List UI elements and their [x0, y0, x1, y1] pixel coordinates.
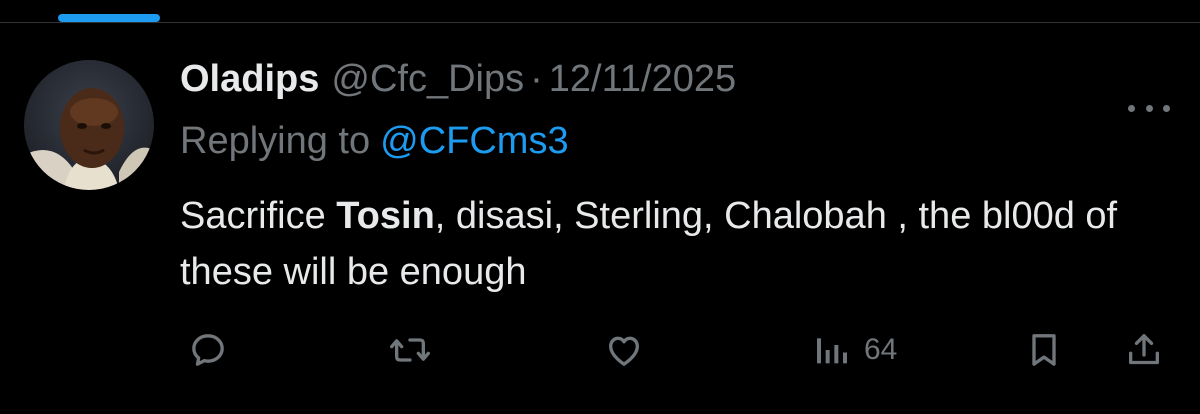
active-tab-indicator [58, 14, 160, 22]
more-dot [1163, 104, 1170, 112]
tweet-header: Oladips @Cfc_Dips · 12/11/2025 [180, 58, 736, 106]
avatar-image [24, 60, 154, 190]
author-display-name[interactable]: Oladips [180, 58, 319, 101]
replying-to: Replying to @CFCms3 [180, 120, 569, 163]
author-handle[interactable]: @Cfc_Dips [331, 58, 524, 101]
tweet-date[interactable]: 12/11/2025 [549, 58, 736, 101]
bookmark-button[interactable] [1024, 326, 1064, 374]
bar-chart-icon [817, 338, 847, 364]
more-options-button[interactable] [1128, 96, 1170, 120]
header-separator: · [530, 58, 543, 100]
more-dot [1128, 104, 1135, 112]
tweet-text-bold: Tosin [336, 195, 435, 237]
reply-button[interactable] [188, 326, 228, 374]
views-count: 64 [864, 333, 898, 366]
share-button[interactable] [1124, 326, 1164, 374]
replying-to-label: Replying to [180, 120, 371, 162]
retweet-button[interactable] [388, 326, 432, 374]
share-icon [1129, 334, 1159, 365]
reply-mention-link[interactable]: @CFCms3 [380, 120, 568, 162]
retweet-icon [389, 338, 430, 362]
tweet-text-part: Sacrifice [180, 195, 337, 237]
bookmark-icon [1032, 334, 1056, 366]
top-divider [0, 22, 1200, 23]
tweet-text: Sacrifice Tosin, disasi, Sterling, Chalo… [180, 188, 1160, 300]
like-button[interactable] [604, 326, 644, 374]
speech-bubble-icon [192, 334, 224, 366]
views-button[interactable]: 64 [812, 326, 897, 374]
avatar[interactable] [24, 60, 154, 190]
more-dot [1145, 104, 1153, 112]
heart-icon [609, 336, 639, 366]
